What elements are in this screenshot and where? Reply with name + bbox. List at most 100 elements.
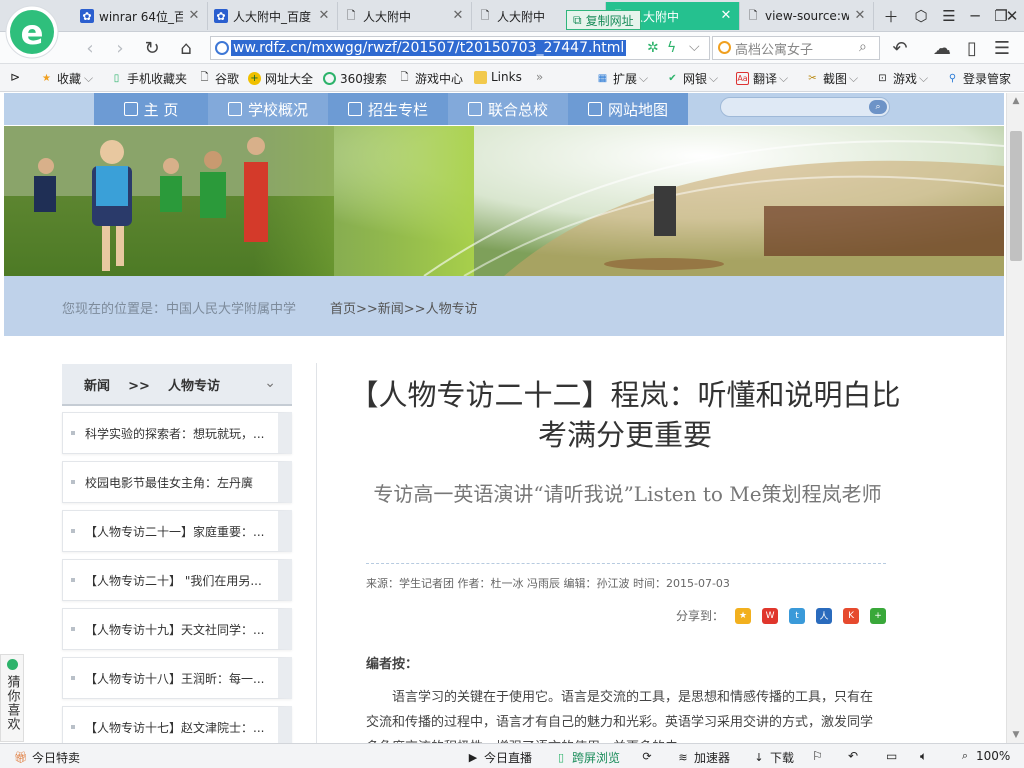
sidebar-item[interactable]: 【人物专访十九】天文社同学：... — [62, 608, 292, 650]
bullet-icon — [71, 529, 75, 533]
scroll-up-icon[interactable]: ▲ — [1007, 93, 1024, 109]
folder-icon — [474, 70, 487, 84]
sidebar-toggle-icon[interactable]: ⊳ — [10, 70, 20, 84]
bullet-icon — [71, 627, 75, 631]
editor-note-label: 编者按： — [366, 657, 419, 672]
weibo-icon[interactable]: W — [762, 607, 779, 624]
tab-rdfz-1[interactable]: 🗋 人大附中 ✕ — [338, 2, 472, 30]
close-icon[interactable]: ✕ — [187, 9, 201, 23]
undo-icon[interactable]: ↶ — [888, 36, 912, 60]
security-shield-icon[interactable]: ✲ — [647, 40, 659, 56]
sidebar-item[interactable]: 【人物专访十八】王润昕：每一... — [62, 657, 292, 699]
nav-union[interactable]: 联合总校 — [448, 93, 568, 125]
dropdown-chevron-icon[interactable]: ⌵ — [689, 39, 700, 55]
refresh-icon[interactable]: ↻ — [140, 36, 164, 60]
site-search-input[interactable]: ⌕ — [720, 97, 890, 117]
zoom-control[interactable]: ⌕ 100% — [958, 749, 1010, 763]
guess-you-like-tab[interactable]: 猜你喜欢 — [0, 654, 24, 742]
back-icon[interactable]: ‹ — [78, 36, 102, 60]
search-input[interactable]: 高档公寓女子 ⌕ — [712, 36, 880, 60]
article-paragraph: 语言学习的关键在于使用它。语言是交流的工具，是思想和情感传播的工具，只有在交流和… — [366, 690, 874, 743]
tab-rdfz-baidu[interactable]: ✿ 人大附中_百度 ✕ — [208, 2, 338, 30]
renren-icon[interactable]: 人 — [816, 607, 833, 624]
qzone-icon[interactable]: ★ — [735, 607, 752, 624]
tab-view-source[interactable]: 🗋 view-source:w ✕ — [740, 2, 874, 30]
new-tab-button[interactable]: ＋ — [878, 4, 904, 28]
menu-icon[interactable]: ☰ — [936, 4, 962, 28]
bookmark-mobile[interactable]: ▯ 手机收藏夹 — [110, 70, 187, 87]
flag-icon[interactable]: ⚐ — [812, 749, 823, 763]
chevron-down-icon[interactable]: ⌄ — [264, 375, 276, 391]
bookmark-games[interactable]: 🗋 游戏中心 — [398, 70, 463, 87]
bookmarks-bar: ⊳ ★ 收藏 ⌵ ▯ 手机收藏夹 🗋 谷歌 + 网址大全 360搜索 🗋 游戏中心 Link… — [0, 64, 1024, 92]
status-bar: 🎁︎ 今日特卖 ▶ 今日直播 ▯ 跨屏浏览 ⟳ ≋ 加速器 ↓ 下载 ⚐ ↶ ▭ 🔈︎ ⌕… — [0, 743, 1024, 768]
extensions-button[interactable]: ▦ 扩展 ⌵ — [596, 70, 648, 87]
search-icon[interactable]: ⌕ — [859, 39, 867, 55]
address-bar[interactable]: ww.rdfz.cn/mxwgg/rwzf/201507/t20150703_2… — [210, 36, 710, 60]
close-icon[interactable]: ✕ — [853, 9, 867, 23]
nav-admissions[interactable]: 招生专栏 — [328, 93, 448, 125]
minimize-icon[interactable]: ─ — [962, 4, 988, 28]
location-label: 您现在的位置是：中国人民大学附属中学 — [62, 302, 297, 317]
kaixin-icon[interactable]: K — [843, 607, 860, 624]
lightning-icon[interactable]: ϟ — [667, 40, 676, 56]
close-icon[interactable]: ✕ — [719, 9, 733, 23]
sidebar-item[interactable]: 【人物专访十七】赵文津院士：... — [62, 706, 292, 743]
close-window-icon[interactable]: ✕ — [1000, 4, 1024, 28]
sidebar-item[interactable]: 科学实验的探索者：想玩就玩，... — [62, 412, 292, 454]
page-icon: 🗋 — [748, 8, 758, 22]
more-share-icon[interactable]: + — [870, 607, 887, 624]
games-button[interactable]: ⊡ 游戏 ⌵ — [876, 70, 928, 87]
sidebar-heading[interactable]: 新闻 >> 人物专访 ⌄ — [62, 364, 292, 406]
bank-button[interactable]: ✔ 网银 ⌵ — [666, 70, 718, 87]
browser-logo[interactable]: e — [4, 2, 60, 62]
bookmark-favorites[interactable]: ★ 收藏 ⌵ — [40, 70, 93, 87]
undo-close-icon[interactable]: ↶ — [848, 749, 858, 763]
scrollbar-thumb[interactable] — [1010, 131, 1022, 261]
page-scrollbar[interactable]: ▲ ▼ — [1006, 93, 1024, 743]
close-icon[interactable]: ✕ — [317, 9, 331, 23]
skin-icon[interactable]: ⬡ — [908, 4, 934, 28]
bookmark-links[interactable]: Links» — [474, 70, 543, 84]
download-button[interactable]: ↓ 下载 — [752, 749, 794, 766]
cross-screen-button[interactable]: ▯ 跨屏浏览 — [554, 749, 620, 766]
close-icon[interactable]: ✕ — [451, 9, 465, 23]
play-icon: ▶ — [468, 751, 478, 764]
window-icon[interactable]: ▭ — [886, 749, 897, 763]
banner-image — [4, 126, 1004, 276]
column-divider — [316, 363, 317, 743]
bookmark-hao[interactable]: + 网址大全 — [248, 70, 313, 87]
bullet-icon — [71, 578, 75, 582]
sidebar-item[interactable]: 校园电影节最佳女主角：左丹廙 — [62, 461, 292, 503]
status-dot-icon — [6, 659, 18, 670]
today-live-button[interactable]: ▶ 今日直播 — [466, 749, 532, 766]
today-sale-button[interactable]: 🎁︎ 今日特卖 — [14, 749, 80, 766]
accelerator-button[interactable]: ≋ 加速器 — [676, 749, 730, 766]
search-icon[interactable]: ⌕ — [869, 100, 887, 114]
forward-icon[interactable]: › — [108, 36, 132, 60]
page-icon: 🗋 — [480, 8, 490, 22]
tencent-weibo-icon[interactable]: t — [789, 607, 806, 624]
sync-icon[interactable]: ⟳ — [640, 749, 658, 763]
sidebar-item[interactable]: 【人物专访二十】 "我们在用另... — [62, 559, 292, 601]
screenshot-button[interactable]: ✂ 截图 ⌵ — [806, 70, 858, 87]
translate-button[interactable]: Aa 翻译 ⌵ — [736, 70, 788, 87]
cloud-icon[interactable]: ☁ — [930, 36, 954, 60]
nav-home[interactable]: 主 页 — [94, 93, 208, 125]
sidebar-item[interactable]: 【人物专访二十一】家庭重要：... — [62, 510, 292, 552]
bookmark-google[interactable]: 🗋 谷歌 — [198, 70, 239, 87]
main-menu-icon[interactable]: ☰ — [990, 36, 1014, 60]
login-manager-button[interactable]: ⚲ 登录管家 — [946, 70, 1011, 87]
nav-sitemap[interactable]: 网站地图 — [568, 93, 688, 125]
nav-about[interactable]: 学校概况 — [208, 93, 328, 125]
address-url[interactable]: ww.rdfz.cn/mxwgg/rwzf/201507/t20150703_2… — [231, 40, 627, 56]
scroll-down-icon[interactable]: ▼ — [1007, 727, 1024, 743]
tab-winrar[interactable]: ✿ winrar 64位_百度 ✕ — [74, 2, 208, 30]
bookmark-360search[interactable]: 360搜索 — [323, 70, 387, 87]
breadcrumb-path[interactable]: 首页>>新闻>>人物专访 — [330, 298, 478, 317]
home-icon[interactable]: ⌂ — [174, 36, 198, 60]
mobile-icon[interactable]: ▯ — [960, 36, 984, 60]
paw-icon: ✿ — [214, 9, 228, 23]
volume-icon[interactable]: 🔈︎ — [920, 749, 927, 764]
copy-url-button[interactable]: ⧉ 复制网址 — [566, 10, 641, 30]
